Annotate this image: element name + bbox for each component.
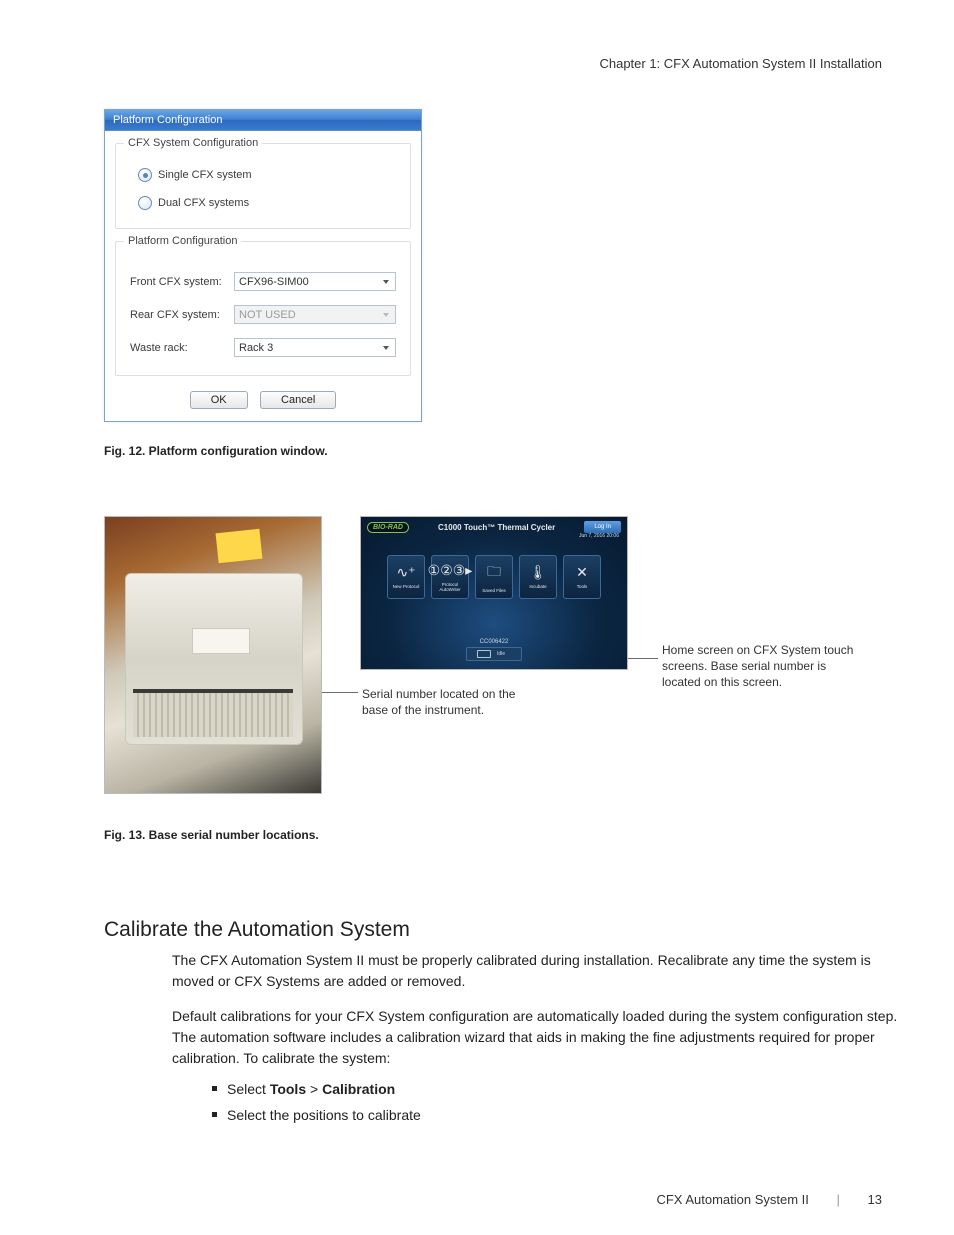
platform-configuration-dialog: Platform Configuration CFX System Config… xyxy=(104,109,422,422)
protocol-wave-icon: ∿⁺ xyxy=(396,564,415,581)
page-number: 13 xyxy=(868,1192,882,1207)
chevron-down-icon xyxy=(383,280,389,284)
chapter-header: Chapter 1: CFX Automation System II Inst… xyxy=(72,56,882,71)
footer-separator: | xyxy=(837,1192,840,1207)
tools-icon: ✕ xyxy=(576,564,588,581)
radio-single-cfx[interactable]: Single CFX system xyxy=(138,168,396,182)
page-footer: CFX Automation System II | 13 xyxy=(0,1192,954,1207)
front-cfx-label: Front CFX system: xyxy=(130,276,226,288)
incubate-button[interactable]: 🌡 Incubate xyxy=(519,555,557,599)
list-text: Select xyxy=(227,1081,270,1097)
serial-note-right: Home screen on CFX System touch screens.… xyxy=(662,642,862,691)
biorad-logo: BIO-RAD xyxy=(367,522,409,533)
folder-icon: 🗀 xyxy=(487,561,501,585)
figure-12-caption: Fig. 12. Platform configuration window. xyxy=(104,444,882,458)
touchscreen-title: C1000 Touch™ Thermal Cycler xyxy=(438,523,555,532)
radio-dual-cfx[interactable]: Dual CFX systems xyxy=(138,196,396,210)
rear-cfx-label: Rear CFX system: xyxy=(130,309,226,321)
login-button[interactable]: Log In xyxy=(584,521,621,533)
dialog-titlebar: Platform Configuration xyxy=(105,110,421,131)
autowriter-icon: ①②③▸ xyxy=(428,562,473,579)
touchscreen-photo: BIO-RAD C1000 Touch™ Thermal Cycler Log … xyxy=(360,516,628,670)
icon-label: Protocol AutoWriter xyxy=(432,583,468,593)
icon-label: Saved Files xyxy=(482,589,506,594)
leader-line xyxy=(322,692,358,693)
calibration-menu-ref: Calibration xyxy=(322,1081,395,1097)
touchscreen-serial: CC006422 xyxy=(466,639,522,645)
front-cfx-combo[interactable]: CFX96-SIM00 xyxy=(234,272,396,291)
group-legend: Platform Configuration xyxy=(124,235,241,247)
paragraph: Default calibrations for your CFX System… xyxy=(172,1006,902,1069)
bullet-square-icon xyxy=(212,1112,217,1117)
radio-label: Single CFX system xyxy=(158,169,252,181)
chevron-down-icon xyxy=(383,346,389,350)
touchscreen-datetime: Jun 7, 2016 20:06 xyxy=(361,533,627,539)
serial-note-left: Serial number located on the base of the… xyxy=(362,686,538,718)
instrument-photo xyxy=(104,516,322,794)
section-heading-calibrate: Calibrate the Automation System xyxy=(104,918,882,942)
figure-13: BIO-RAD C1000 Touch™ Thermal Cycler Log … xyxy=(104,516,882,806)
icon-label: New Protocol xyxy=(393,585,420,590)
new-protocol-button[interactable]: ∿⁺ New Protocol xyxy=(387,555,425,599)
group-legend: CFX System Configuration xyxy=(124,137,262,149)
list-item: Select the positions to calibrate xyxy=(212,1103,882,1129)
tools-menu-ref: Tools xyxy=(270,1081,306,1097)
protocol-autowriter-button[interactable]: ①②③▸ Protocol AutoWriter xyxy=(431,555,469,599)
chevron-down-icon xyxy=(383,313,389,317)
combo-value: CFX96-SIM00 xyxy=(239,276,309,288)
menu-separator: > xyxy=(306,1081,322,1097)
ok-button[interactable]: OK xyxy=(190,391,248,409)
radio-selected-icon xyxy=(138,168,152,182)
cfx-system-configuration-group: CFX System Configuration Single CFX syst… xyxy=(115,143,411,229)
rear-cfx-combo[interactable]: NOT USED xyxy=(234,305,396,324)
status-idle-badge: Idle xyxy=(466,647,522,661)
plate-icon xyxy=(477,650,491,658)
icon-label: Tools xyxy=(577,585,588,590)
radio-unselected-icon xyxy=(138,196,152,210)
footer-product: CFX Automation System II xyxy=(656,1192,808,1207)
combo-value: NOT USED xyxy=(239,309,296,321)
tools-button[interactable]: ✕ Tools xyxy=(563,555,601,599)
cancel-button[interactable]: Cancel xyxy=(260,391,336,409)
incubate-icon: 🌡 xyxy=(529,564,547,581)
bullet-list: Select Tools > Calibration Select the po… xyxy=(212,1077,882,1129)
combo-value: Rack 3 xyxy=(239,342,273,354)
leader-line xyxy=(628,658,658,659)
saved-files-button[interactable]: 🗀 Saved Files xyxy=(475,555,513,599)
bullet-square-icon xyxy=(212,1086,217,1091)
platform-configuration-group: Platform Configuration Front CFX system:… xyxy=(115,241,411,376)
radio-label: Dual CFX systems xyxy=(158,197,249,209)
paragraph: The CFX Automation System II must be pro… xyxy=(172,950,902,992)
figure-13-caption: Fig. 13. Base serial number locations. xyxy=(104,828,882,842)
waste-rack-combo[interactable]: Rack 3 xyxy=(234,338,396,357)
list-text: Select the positions to calibrate xyxy=(227,1103,421,1129)
list-item: Select Tools > Calibration xyxy=(212,1077,882,1103)
icon-label: Incubate xyxy=(529,585,546,590)
waste-rack-label: Waste rack: xyxy=(130,342,226,354)
